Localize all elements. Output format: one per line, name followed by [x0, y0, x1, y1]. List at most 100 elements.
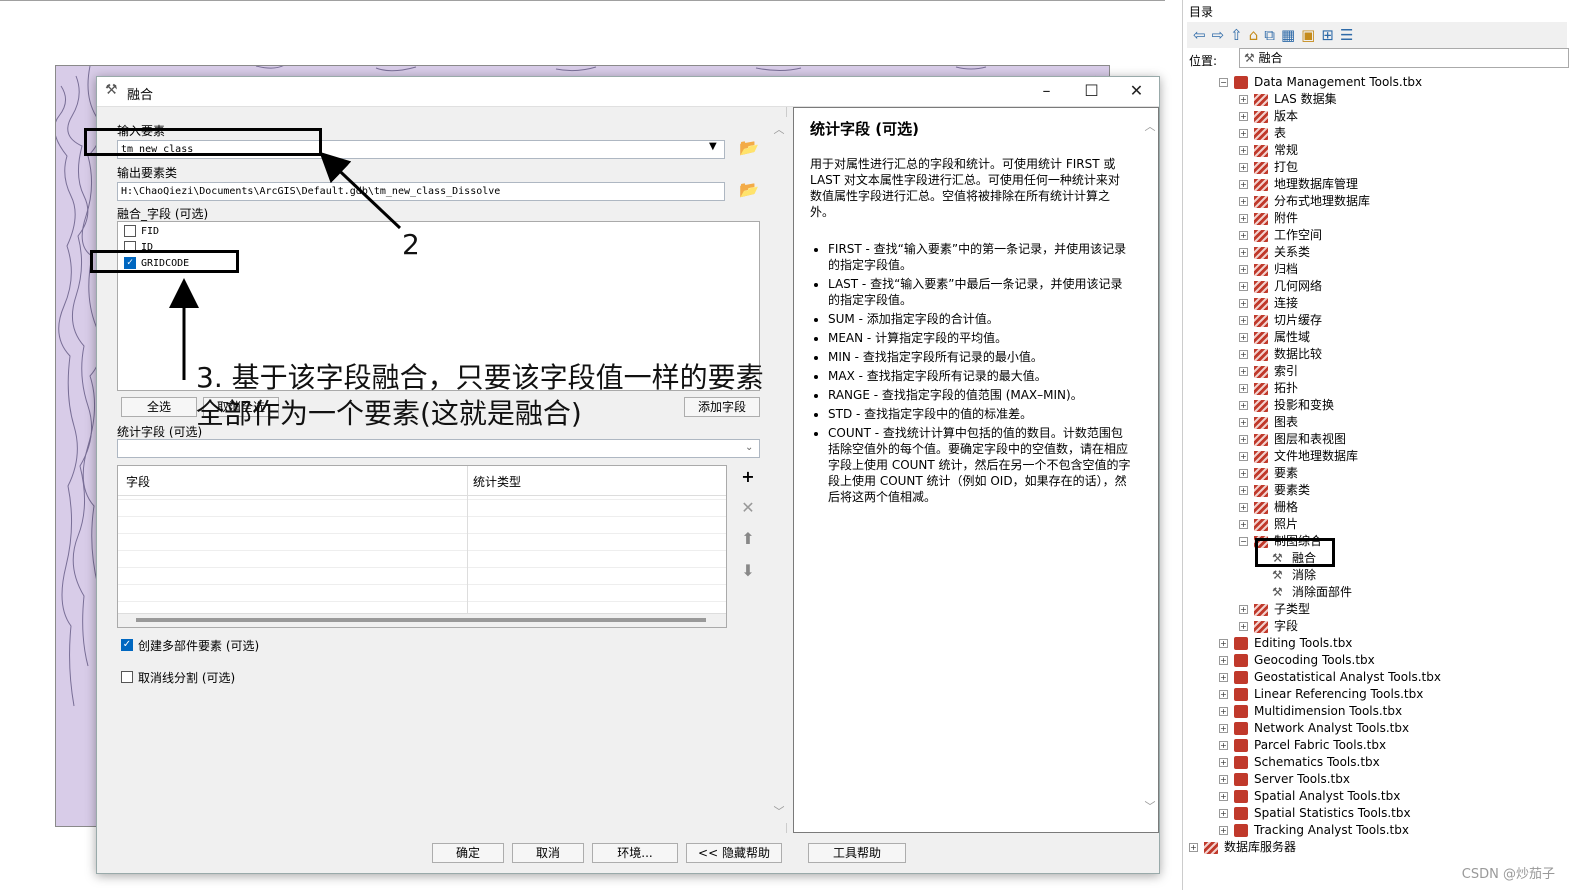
toolset-item[interactable]: + 要素 — [1239, 465, 1298, 482]
toolbox-icon — [1234, 790, 1248, 803]
expand-icon[interactable]: + — [1219, 673, 1228, 682]
expand-icon[interactable]: + — [1239, 384, 1248, 393]
tool-item[interactable]: ⚒ 消除 — [1257, 567, 1316, 584]
toolbox-data-management[interactable]: − Data Management Tools.tbx — [1219, 74, 1422, 91]
collapse-icon[interactable]: − — [1219, 78, 1228, 87]
toolset-item[interactable]: + 关系类 — [1239, 244, 1310, 261]
toolset-item[interactable]: + 栅格 — [1239, 499, 1298, 516]
toolbox-item[interactable]: + Linear Referencing Tools.tbx — [1219, 686, 1423, 703]
toolset-item[interactable]: + 连接 — [1239, 295, 1298, 312]
expand-icon[interactable]: + — [1219, 758, 1228, 767]
toolbox-item[interactable]: + Editing Tools.tbx — [1219, 635, 1352, 652]
expand-icon[interactable]: + — [1239, 622, 1248, 631]
toolbox-item[interactable]: + Tracking Analyst Tools.tbx — [1219, 822, 1409, 839]
toolset-item[interactable]: + 归档 — [1239, 261, 1298, 278]
toolset-item[interactable]: + 属性域 — [1239, 329, 1310, 346]
toolset-item[interactable]: + 几何网络 — [1239, 278, 1322, 295]
toolbox-icon — [1234, 654, 1248, 667]
toolset-item[interactable]: + 照片 — [1239, 516, 1298, 533]
expand-icon[interactable]: + — [1239, 469, 1248, 478]
expand-icon[interactable]: + — [1239, 520, 1248, 529]
toolset-item[interactable]: + 子类型 — [1239, 601, 1310, 618]
toolbox-item[interactable]: + Spatial Analyst Tools.tbx — [1219, 788, 1400, 805]
toolset-item[interactable]: + 文件地理数据库 — [1239, 448, 1358, 465]
toolset-icon — [1254, 212, 1268, 225]
toolset-item[interactable]: + 地理数据库管理 — [1239, 176, 1358, 193]
expand-icon[interactable]: + — [1239, 418, 1248, 427]
toolset-item[interactable]: + 要素类 — [1239, 482, 1310, 499]
tool-item[interactable]: ⚒ 消除面部件 — [1257, 584, 1352, 601]
expand-icon[interactable]: + — [1219, 690, 1228, 699]
tree-label: Geocoding Tools.tbx — [1254, 653, 1375, 667]
toolset-item[interactable]: + 索引 — [1239, 363, 1298, 380]
expand-icon[interactable]: + — [1219, 639, 1228, 648]
toolset-item[interactable]: + 附件 — [1239, 210, 1298, 227]
toolset-item[interactable]: + 投影和变换 — [1239, 397, 1334, 414]
toolbox-item[interactable]: + Multidimension Tools.tbx — [1219, 703, 1402, 720]
expand-icon[interactable]: + — [1239, 435, 1248, 444]
toolbox-item[interactable]: + Geocoding Tools.tbx — [1219, 652, 1375, 669]
toolbox-item[interactable]: + Parcel Fabric Tools.tbx — [1219, 737, 1386, 754]
toolset-icon — [1254, 246, 1268, 259]
toolset-item[interactable]: + 工作空间 — [1239, 227, 1322, 244]
expand-icon[interactable]: + — [1219, 792, 1228, 801]
toolset-item[interactable]: + 常规 — [1239, 142, 1298, 159]
expand-icon[interactable]: + — [1239, 503, 1248, 512]
toolset-item[interactable]: + 切片缓存 — [1239, 312, 1322, 329]
expand-icon[interactable]: + — [1239, 112, 1248, 121]
expand-icon[interactable]: + — [1239, 214, 1248, 223]
expand-icon[interactable]: + — [1239, 401, 1248, 410]
expand-icon[interactable]: + — [1219, 656, 1228, 665]
expand-icon[interactable]: + — [1219, 775, 1228, 784]
toolset-item[interactable]: + 图表 — [1239, 414, 1298, 431]
toolset-icon — [1254, 127, 1268, 140]
toolset-icon — [1204, 841, 1218, 854]
toolbox-item[interactable]: + Spatial Statistics Tools.tbx — [1219, 805, 1411, 822]
tree-label: LAS 数据集 — [1274, 92, 1337, 106]
toolset-item[interactable]: + LAS 数据集 — [1239, 91, 1337, 108]
expand-icon[interactable]: + — [1239, 350, 1248, 359]
expand-icon[interactable]: + — [1239, 316, 1248, 325]
tree-label: Parcel Fabric Tools.tbx — [1254, 738, 1387, 752]
toolbox-item[interactable]: + Geostatistical Analyst Tools.tbx — [1219, 669, 1441, 686]
expand-icon[interactable]: + — [1219, 826, 1228, 835]
toolbox-icon — [1234, 637, 1248, 650]
tree-label: 关系类 — [1274, 245, 1311, 259]
toolbox-item[interactable]: + Schematics Tools.tbx — [1219, 754, 1380, 771]
expand-icon[interactable]: + — [1239, 605, 1248, 614]
expand-icon[interactable]: + — [1239, 129, 1248, 138]
expand-icon[interactable]: + — [1219, 809, 1228, 818]
toolset-item[interactable]: + 打包 — [1239, 159, 1298, 176]
expand-icon[interactable]: + — [1219, 724, 1228, 733]
expand-icon[interactable]: + — [1239, 95, 1248, 104]
expand-icon[interactable]: + — [1239, 333, 1248, 342]
expand-icon[interactable]: + — [1219, 707, 1228, 716]
expand-icon[interactable]: + — [1239, 299, 1248, 308]
expand-icon[interactable]: + — [1239, 486, 1248, 495]
database-servers[interactable]: + 数据库服务器 — [1189, 839, 1296, 856]
expand-icon[interactable]: + — [1239, 367, 1248, 376]
toolset-item[interactable]: + 字段 — [1239, 618, 1298, 635]
toolset-item[interactable]: + 分布式地理数据库 — [1239, 193, 1370, 210]
expand-icon[interactable]: + — [1219, 741, 1228, 750]
toolset-item[interactable]: + 拓扑 — [1239, 380, 1298, 397]
expand-icon[interactable]: + — [1189, 843, 1198, 852]
toolbox-item[interactable]: + Server Tools.tbx — [1219, 771, 1350, 788]
tree-label: 属性域 — [1274, 330, 1311, 344]
toolset-item[interactable]: + 图层和表视图 — [1239, 431, 1346, 448]
expand-icon[interactable]: + — [1239, 231, 1248, 240]
expand-icon[interactable]: + — [1239, 282, 1248, 291]
catalog-tree: − Data Management Tools.tbx + LAS 数据集 + 版本 + 表 +… — [1183, 0, 1569, 890]
expand-icon[interactable]: + — [1239, 180, 1248, 189]
expand-icon[interactable]: + — [1239, 146, 1248, 155]
expand-icon[interactable]: + — [1239, 163, 1248, 172]
toolset-item[interactable]: + 表 — [1239, 125, 1286, 142]
expand-icon[interactable]: + — [1239, 452, 1248, 461]
toolbox-item[interactable]: + Network Analyst Tools.tbx — [1219, 720, 1409, 737]
expand-icon[interactable]: + — [1239, 265, 1248, 274]
expand-icon[interactable]: + — [1239, 248, 1248, 257]
toolset-item[interactable]: + 版本 — [1239, 108, 1298, 125]
expand-icon[interactable]: + — [1239, 197, 1248, 206]
toolset-item[interactable]: + 数据比较 — [1239, 346, 1322, 363]
collapse-icon[interactable]: − — [1239, 537, 1248, 546]
